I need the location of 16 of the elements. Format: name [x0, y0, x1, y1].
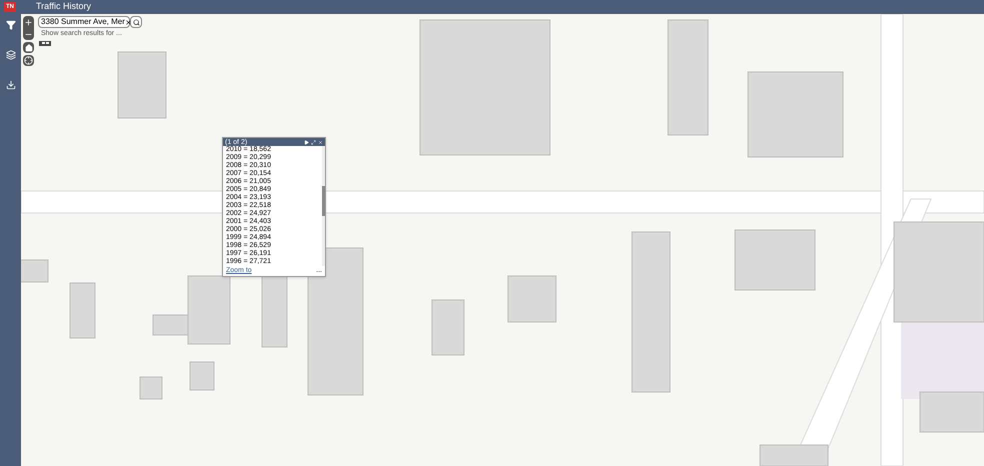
search-icon — [132, 18, 140, 26]
home-icon — [24, 44, 32, 52]
app-title: Traffic History — [36, 0, 92, 14]
plus-icon — [24, 18, 33, 26]
layers-icon[interactable] — [6, 50, 16, 60]
locate-button[interactable] — [23, 55, 34, 66]
download-icon[interactable] — [6, 80, 16, 90]
home-button[interactable] — [23, 42, 34, 53]
search-field[interactable]: 3380 Summer Ave, Mer — [38, 16, 130, 28]
search-value: 3380 Summer Ave, Mer — [41, 18, 125, 26]
search-button[interactable] — [130, 16, 142, 28]
menu-icon[interactable] — [39, 40, 51, 46]
locate-icon — [24, 56, 33, 65]
maximize-icon[interactable] — [311, 140, 316, 144]
filter-icon[interactable] — [6, 20, 16, 30]
next-icon[interactable] — [304, 140, 309, 144]
